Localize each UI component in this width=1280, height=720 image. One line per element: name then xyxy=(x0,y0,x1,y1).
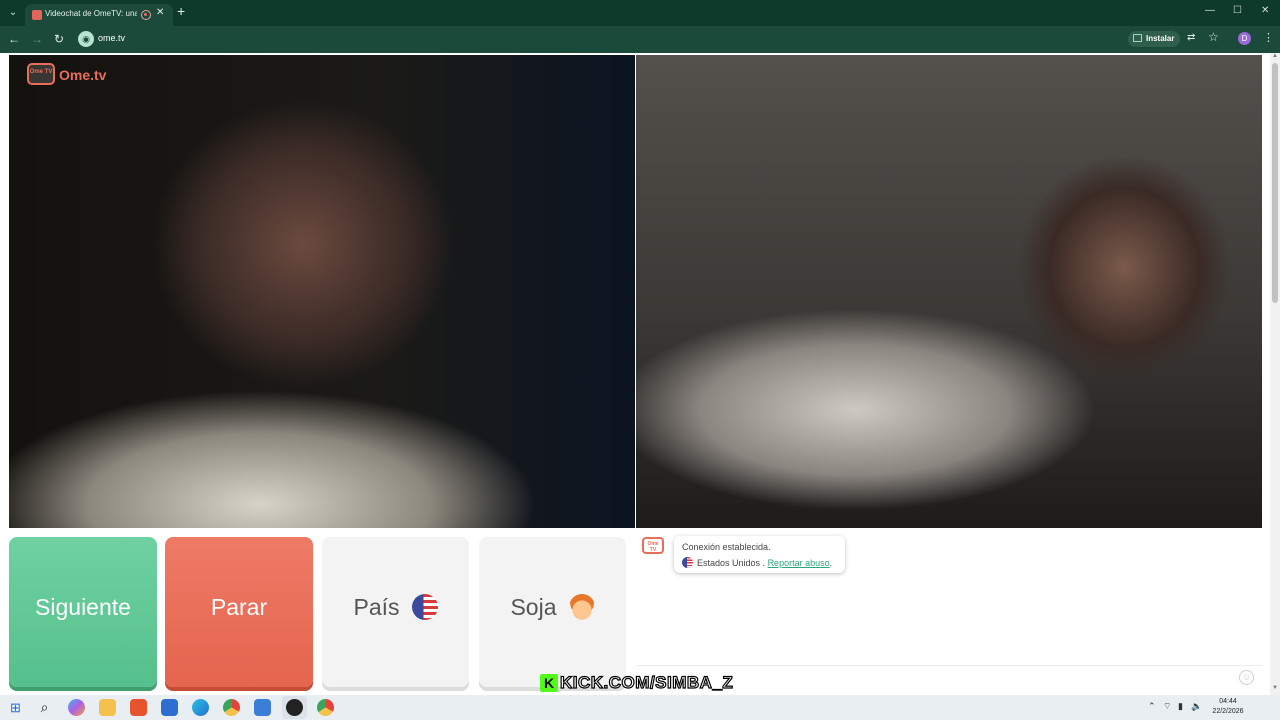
scroll-down-icon[interactable]: ▼ xyxy=(1272,685,1278,691)
address-bar[interactable]: ◉ ome.tv xyxy=(74,29,1124,50)
install-label: Instalar xyxy=(1146,34,1175,43)
stranger-video: Ome TV Ome.tv xyxy=(9,55,635,528)
scroll-up-icon[interactable]: ▲ xyxy=(1272,53,1278,59)
separator: . xyxy=(760,558,768,568)
store-icon[interactable] xyxy=(161,699,178,716)
emoji-picker-icon[interactable]: ☺ xyxy=(1239,670,1254,685)
us-flag-small-icon xyxy=(682,557,693,568)
ometv-chat-icon: Ome TV xyxy=(642,537,664,554)
scrollbar-thumb[interactable] xyxy=(1272,63,1278,303)
tab-title: Videochat de OmeTV: una xyxy=(45,9,137,18)
windows-taskbar: ⊞ ⌕ ⌃ ⌔ ▮ 🔈 04:44 22/2/2026 xyxy=(0,695,1280,720)
reload-icon[interactable]: ↻ xyxy=(54,31,64,47)
ometv-page: Ome TV Ome.tv Siguiente Parar País Soja … xyxy=(0,53,1280,695)
maximize-icon[interactable]: ☐ xyxy=(1233,5,1242,16)
new-tab-button[interactable]: + xyxy=(177,3,185,19)
connection-status: Conexión establecida. xyxy=(682,542,771,552)
search-icon[interactable]: ⌕ xyxy=(36,699,53,716)
site-info-icon[interactable]: ◉ xyxy=(78,31,94,47)
vpn-icon[interactable] xyxy=(254,699,271,716)
logo-text: Ome.tv xyxy=(59,67,107,83)
window-close-icon[interactable]: ✕ xyxy=(1261,5,1269,16)
chrome-icon[interactable] xyxy=(223,699,240,716)
minimize-icon[interactable]: — xyxy=(1205,5,1215,16)
forward-icon[interactable]: → xyxy=(31,31,43,47)
clock-date: 22/2/2026 xyxy=(1212,708,1244,715)
kick-watermark-text: KICK.COM/SIMBA_Z xyxy=(559,672,734,692)
clock-time: 04:44 xyxy=(1219,698,1237,705)
tab-search-icon[interactable]: ⌄ xyxy=(5,5,21,21)
country-filter: País xyxy=(322,594,469,621)
browser-toolbar: ← → ↻ ◉ ome.tv Instalar ⇄ ☆ D ⋮ xyxy=(0,26,1280,53)
stop-button[interactable]: Parar xyxy=(165,537,313,687)
system-message: Conexión establecida. Estados Unidos . R… xyxy=(674,536,845,573)
file-explorer-icon[interactable] xyxy=(99,699,116,716)
brave-icon[interactable] xyxy=(130,699,147,716)
copilot-icon[interactable] xyxy=(68,699,85,716)
gender-filter-button[interactable]: Soja xyxy=(479,537,626,687)
chrome-profile-icon[interactable] xyxy=(317,699,334,716)
install-app-button[interactable]: Instalar xyxy=(1128,31,1180,47)
stranger-country-line: Estados Unidos . Reportar abuso. xyxy=(682,557,832,568)
gender-filter: Soja xyxy=(479,594,626,621)
profile-avatar[interactable]: D xyxy=(1238,32,1251,45)
taskbar-clock[interactable]: 04:44 22/2/2026 xyxy=(1208,697,1248,717)
stop-button-label: Parar xyxy=(210,594,268,620)
start-icon[interactable]: ⊞ xyxy=(7,699,24,716)
country-label: País xyxy=(353,594,400,620)
gender-label: Soja xyxy=(510,594,557,620)
ometv-tv-icon: Ome TV xyxy=(27,63,55,85)
boy-emoji-icon xyxy=(568,594,595,620)
browser-tab[interactable]: Videochat de OmeTV: una ✕ xyxy=(25,4,173,26)
edge-icon[interactable] xyxy=(192,699,209,716)
next-button-label: Siguiente xyxy=(35,594,131,620)
tab-strip: ⌄ Videochat de OmeTV: una ✕ + — ☐ ✕ xyxy=(0,0,1280,26)
stranger-country: Estados Unidos xyxy=(697,558,761,568)
page-scrollbar[interactable]: ▲ ▼ xyxy=(1270,53,1280,695)
us-flag-icon xyxy=(411,594,438,620)
country-filter-button[interactable]: País xyxy=(322,537,469,687)
ometv-favicon-icon xyxy=(32,10,42,20)
url-text[interactable]: ome.tv xyxy=(98,33,125,43)
next-button[interactable]: Siguiente xyxy=(9,537,157,687)
kick-watermark: K KICK.COM/SIMBA_Z xyxy=(540,672,734,695)
bookmark-star-icon[interactable]: ☆ xyxy=(1208,30,1219,44)
chat-panel: Ome TV Conexión establecida. Estados Uni… xyxy=(636,529,1262,689)
report-abuse-link[interactable]: Reportar abuso xyxy=(768,558,830,568)
report-suffix: . xyxy=(829,558,833,568)
obs-icon[interactable] xyxy=(286,699,303,716)
wifi-icon[interactable]: ⌔ xyxy=(1163,701,1171,712)
install-icon xyxy=(1133,34,1142,42)
tab-close-icon[interactable]: ✕ xyxy=(156,7,164,18)
back-icon[interactable]: ← xyxy=(8,31,20,47)
kick-logo-icon: K xyxy=(540,674,558,692)
self-camera-video xyxy=(636,55,1262,528)
translate-icon[interactable]: ⇄ xyxy=(1187,32,1195,43)
volume-icon[interactable]: 🔈 xyxy=(1191,701,1202,712)
tray-chevron-icon[interactable]: ⌃ xyxy=(1148,701,1156,712)
browser-menu-icon[interactable]: ⋮ xyxy=(1263,31,1274,44)
battery-icon[interactable]: ▮ xyxy=(1178,701,1183,712)
recording-indicator-icon xyxy=(141,10,151,20)
